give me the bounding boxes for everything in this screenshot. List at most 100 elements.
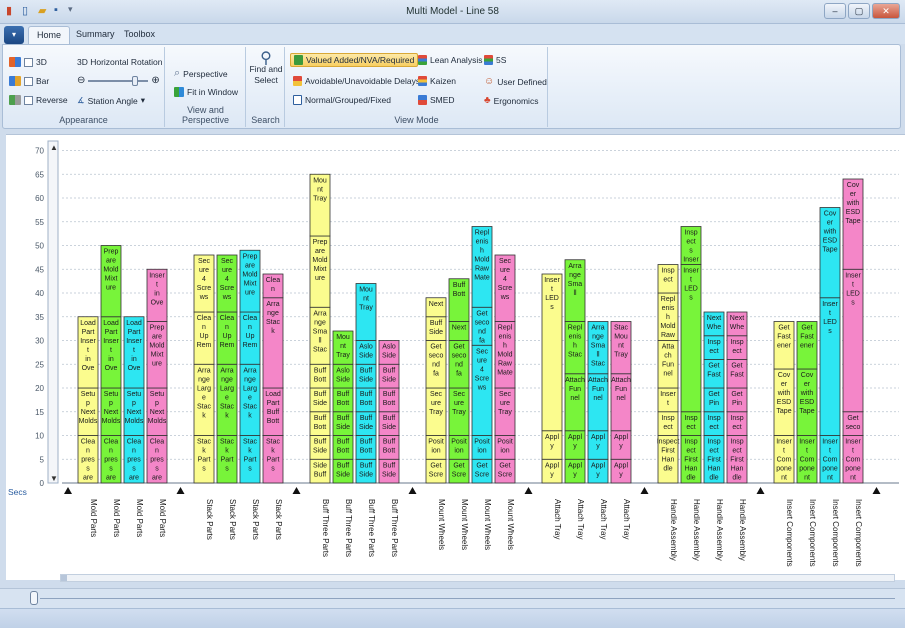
toggle-bar[interactable]: Bar	[9, 76, 49, 86]
y-tick-label: 35	[35, 313, 44, 322]
3d-checkbox[interactable]	[24, 57, 33, 67]
kaizen-button[interactable]: Kaizen	[418, 76, 456, 86]
tab-home[interactable]: Home	[28, 26, 71, 44]
y-tick-label: 10	[35, 432, 44, 441]
station-marker-icon	[176, 487, 185, 494]
find-and-select-button[interactable]: ⚲ Find and Select	[249, 51, 283, 86]
station-label: Handle Assembly	[715, 499, 724, 561]
chart-horizontal-scrollbar[interactable]	[60, 574, 895, 582]
minimize-button[interactable]: –	[824, 3, 846, 19]
perspective-button[interactable]: ⌕ Perspective	[174, 67, 228, 80]
station-label: Mount Wheels	[483, 499, 492, 550]
rotation-slider-thumb[interactable]	[132, 75, 139, 86]
5s-button[interactable]: 5S	[484, 55, 506, 65]
3d-chart-icon	[9, 57, 21, 67]
zoom-bar	[0, 588, 905, 608]
toggle-reverse[interactable]: Reverse	[9, 95, 68, 105]
station-label: Buff Three Parts	[321, 499, 330, 557]
scrollbar-thumb[interactable]	[61, 575, 67, 581]
rotate-plus-icon[interactable]: ⊕	[151, 75, 159, 86]
y-tick-label: 15	[35, 408, 44, 417]
rotate-minus-icon[interactable]: ⊖	[77, 75, 85, 86]
value-added-icon	[294, 55, 303, 65]
tab-summary[interactable]: Summary	[68, 26, 123, 44]
station-label: Mold Parts	[158, 499, 167, 537]
view-mode-group-label: View Mode	[394, 115, 439, 125]
reverse-label: Reverse	[36, 95, 68, 105]
y-tick-label: 65	[35, 170, 44, 179]
view-perspective-group: ⌕ Perspective Fit in Window View and Per…	[166, 47, 246, 127]
station-label: Attach Tray	[553, 499, 562, 539]
station-marker-icon	[640, 487, 649, 494]
kaizen-icon	[418, 76, 427, 86]
station-marker-icon	[408, 487, 417, 494]
station-label: Insert Components	[854, 499, 863, 567]
view-mode-group: Valued Added/NVA/Required Avoidable/Unav…	[286, 47, 548, 127]
fit-window-icon	[174, 87, 184, 97]
y-tick-label: 40	[35, 289, 44, 298]
lean-icon	[418, 55, 427, 65]
magnifier-icon: ⌕	[174, 67, 181, 79]
station-label: Insert Components	[831, 499, 840, 567]
segment-label: Cov er with ESD Tape	[799, 372, 814, 415]
zoom-track[interactable]	[40, 598, 895, 599]
segment-label: Arra nge Sma ll Stac	[591, 325, 606, 368]
fit-window-button[interactable]: Fit in Window	[174, 87, 238, 97]
grouped-icon	[293, 95, 302, 105]
ergonomics-button[interactable]: ♣ Ergonomics	[484, 95, 538, 106]
station-label: Attach Tray	[599, 499, 608, 539]
avoidable-delays-button[interactable]: Avoidable/Unavoidable Delays	[293, 76, 420, 86]
reverse-icon	[9, 95, 21, 105]
station-label: Mold Parts	[112, 499, 121, 537]
rotation-slider[interactable]: ⊖ ⊕	[77, 75, 160, 86]
valued-added-button[interactable]: Valued Added/NVA/Required	[290, 53, 419, 67]
maximize-button[interactable]: ▢	[848, 3, 870, 19]
user-defined-button[interactable]: ☺ User Defined	[484, 76, 547, 87]
segment-label: Cov er with ESD Tape	[822, 211, 837, 254]
lean-analysis-button[interactable]: Lean Analysis	[418, 55, 482, 65]
bar-label: Bar	[36, 76, 50, 86]
station-label: Stack Parts	[274, 499, 283, 540]
bar-checkbox[interactable]	[24, 76, 33, 86]
station-marker-icon	[292, 487, 301, 494]
delays-icon	[293, 76, 302, 86]
app-menu-button[interactable]: ▾	[4, 26, 24, 44]
rotation-label: 3D Horizontal Rotation	[77, 57, 163, 67]
chart-panel: ▲ ▼ 0 5 10 15 20 25 30 35 40 45 50 55 60 65 70 Secs Clea n p…	[6, 134, 905, 580]
y-tick-label: 50	[35, 242, 44, 251]
y-tick-label: 25	[35, 360, 44, 369]
y-tick-label: 45	[35, 265, 44, 274]
station-label: Attach Tray	[622, 499, 631, 539]
appearance-group: 3D Bar Reverse 3D Horizontal Rotation ⊖ …	[3, 47, 165, 127]
segment-label: Next	[429, 301, 443, 308]
normal-grouped-button[interactable]: Normal/Grouped/Fixed	[293, 95, 391, 105]
toggle-3d[interactable]: 3D	[9, 57, 47, 67]
segment-label: Next	[452, 325, 466, 332]
smed-button[interactable]: SMED	[418, 95, 455, 105]
status-bar	[0, 608, 905, 628]
station-marker-icon	[64, 487, 72, 494]
segment-label: Get Fast ener	[800, 325, 815, 350]
station-angle-dropdown[interactable]: ∡ Station Angle ▾	[77, 95, 145, 106]
y-axis-label: Secs	[8, 487, 27, 497]
window-title: Multi Model - Line 58	[406, 6, 499, 17]
angle-icon: ∡	[77, 95, 85, 105]
y-tick-label: 70	[35, 147, 44, 156]
y-tick-label: 60	[35, 194, 44, 203]
tab-toolbox[interactable]: Toolbox	[116, 26, 163, 44]
reverse-checkbox[interactable]	[24, 95, 33, 105]
y-tick-label: 5	[40, 455, 45, 464]
bar-chart-icon	[9, 76, 21, 86]
close-button[interactable]: ✕	[872, 3, 900, 19]
station-marker-icon	[524, 487, 533, 494]
station-label: Attach Tray	[576, 499, 585, 539]
zoom-slider-thumb[interactable]	[30, 591, 38, 605]
title-bar: ▮ ▯ ▰ ▪ ▾ Multi Model - Line 58 – ▢ ✕	[0, 0, 905, 24]
search-group: ⚲ Find and Select Search	[247, 47, 285, 127]
station-marker-icon	[872, 487, 881, 494]
segment-label: Cov er with ESD Tape	[845, 182, 860, 225]
station-label: Handle Assembly	[669, 499, 678, 561]
chevron-down-icon: ▾	[140, 95, 146, 105]
station-label: Mount Wheels	[506, 499, 515, 550]
station-label: Buff Three Parts	[344, 499, 353, 557]
